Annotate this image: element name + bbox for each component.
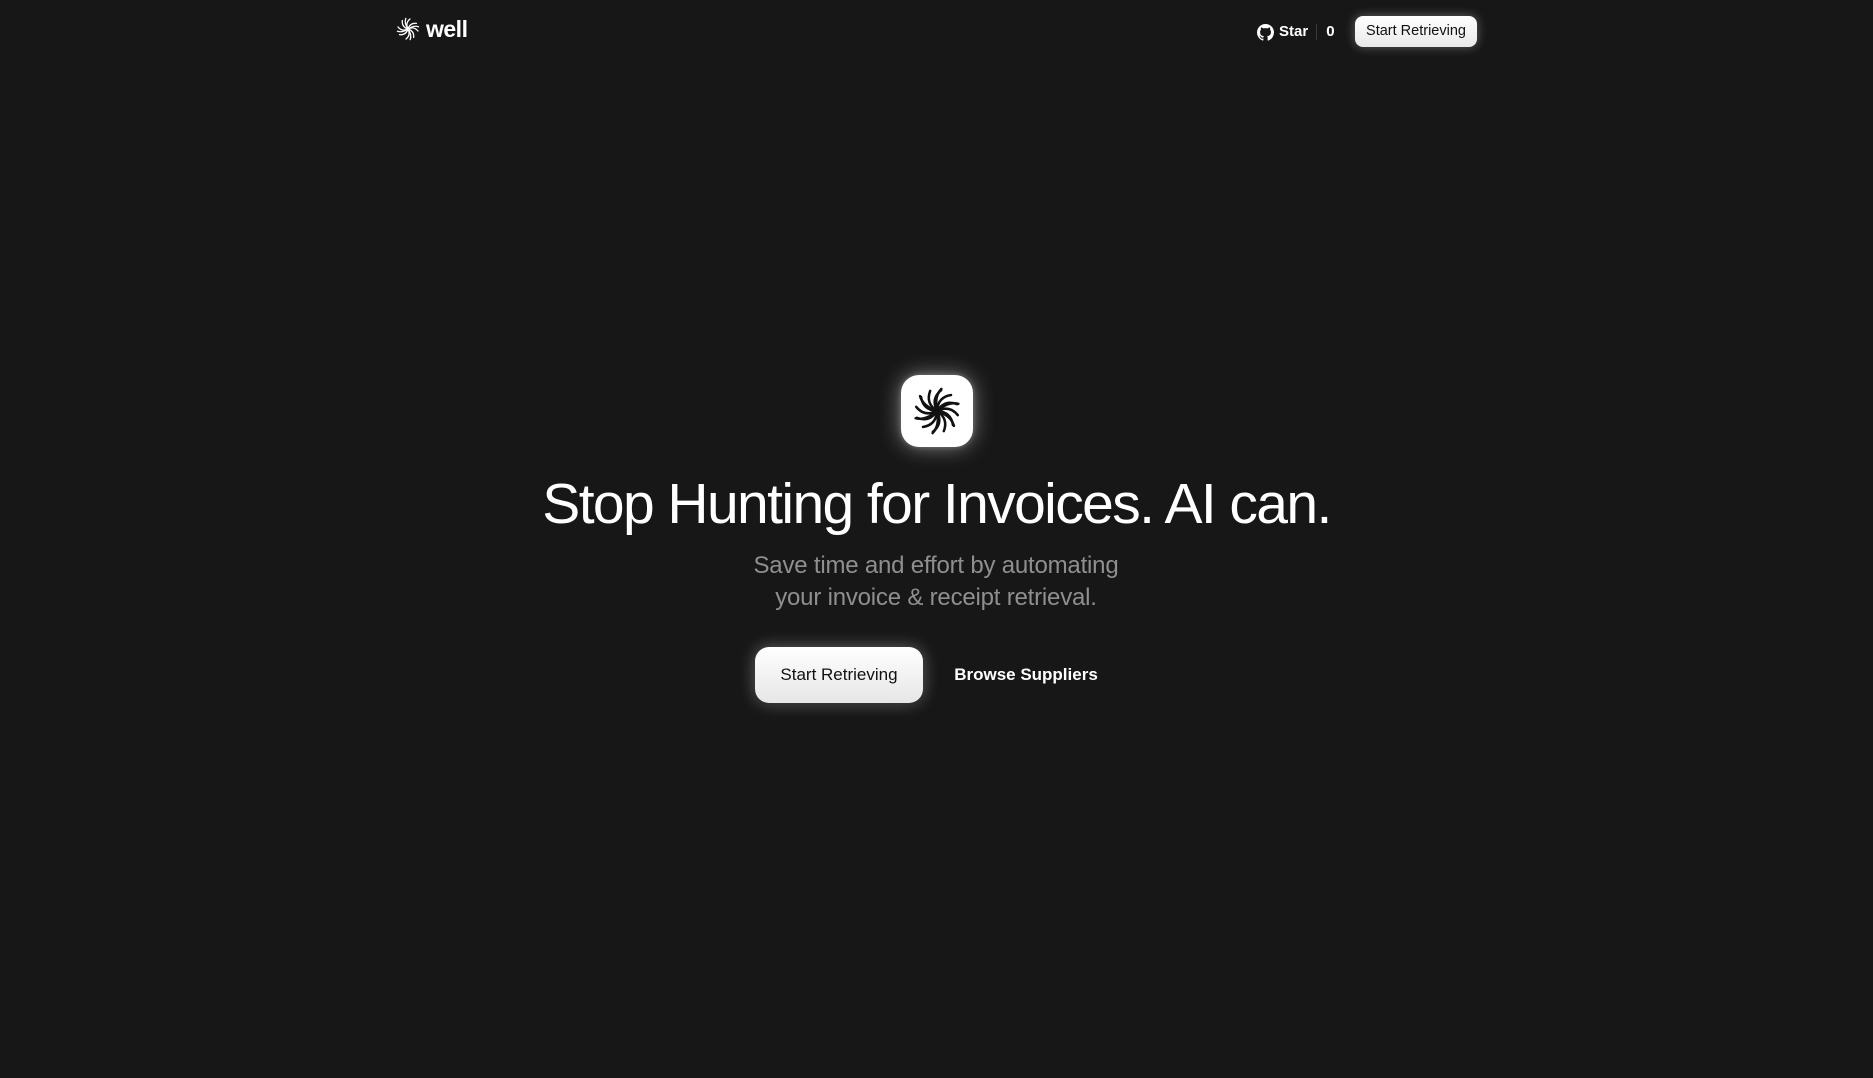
- star-divider: [1316, 24, 1318, 40]
- landing-page: well Star 0 Start Retrieving Stop Huntin…: [0, 0, 1873, 1078]
- hero-section: Stop Hunting for Invoices. AI can. Save …: [0, 370, 1873, 710]
- hero-title: Stop Hunting for Invoices. AI can.: [542, 472, 1332, 536]
- hero-subtitle-line-1: Save time and effort by automating: [753, 552, 1119, 579]
- spiral-logo-icon: [396, 17, 420, 41]
- star-label: Star: [1279, 23, 1309, 40]
- hero-actions: Start Retrieving Browse Suppliers: [0, 647, 1873, 703]
- star-count: 0: [1326, 23, 1335, 40]
- brand-link[interactable]: well: [396, 16, 468, 42]
- github-star-button[interactable]: Star 0: [1257, 19, 1335, 45]
- spiral-logo-icon: [914, 387, 960, 435]
- hero-subtitle-line-2: your invoice & receipt retrieval.: [775, 584, 1097, 611]
- hero-app-icon: [901, 375, 973, 447]
- hero-subtitle: Save time and effort by automating your …: [686, 550, 1186, 614]
- top-nav: well Star 0 Start Retrieving: [0, 0, 1873, 64]
- start-retrieving-button[interactable]: Start Retrieving: [755, 647, 923, 703]
- github-icon: [1257, 23, 1274, 41]
- brand-name: well: [426, 16, 468, 42]
- browse-suppliers-button[interactable]: Browse Suppliers: [948, 647, 1104, 703]
- header-start-retrieving-button[interactable]: Start Retrieving: [1355, 16, 1477, 47]
